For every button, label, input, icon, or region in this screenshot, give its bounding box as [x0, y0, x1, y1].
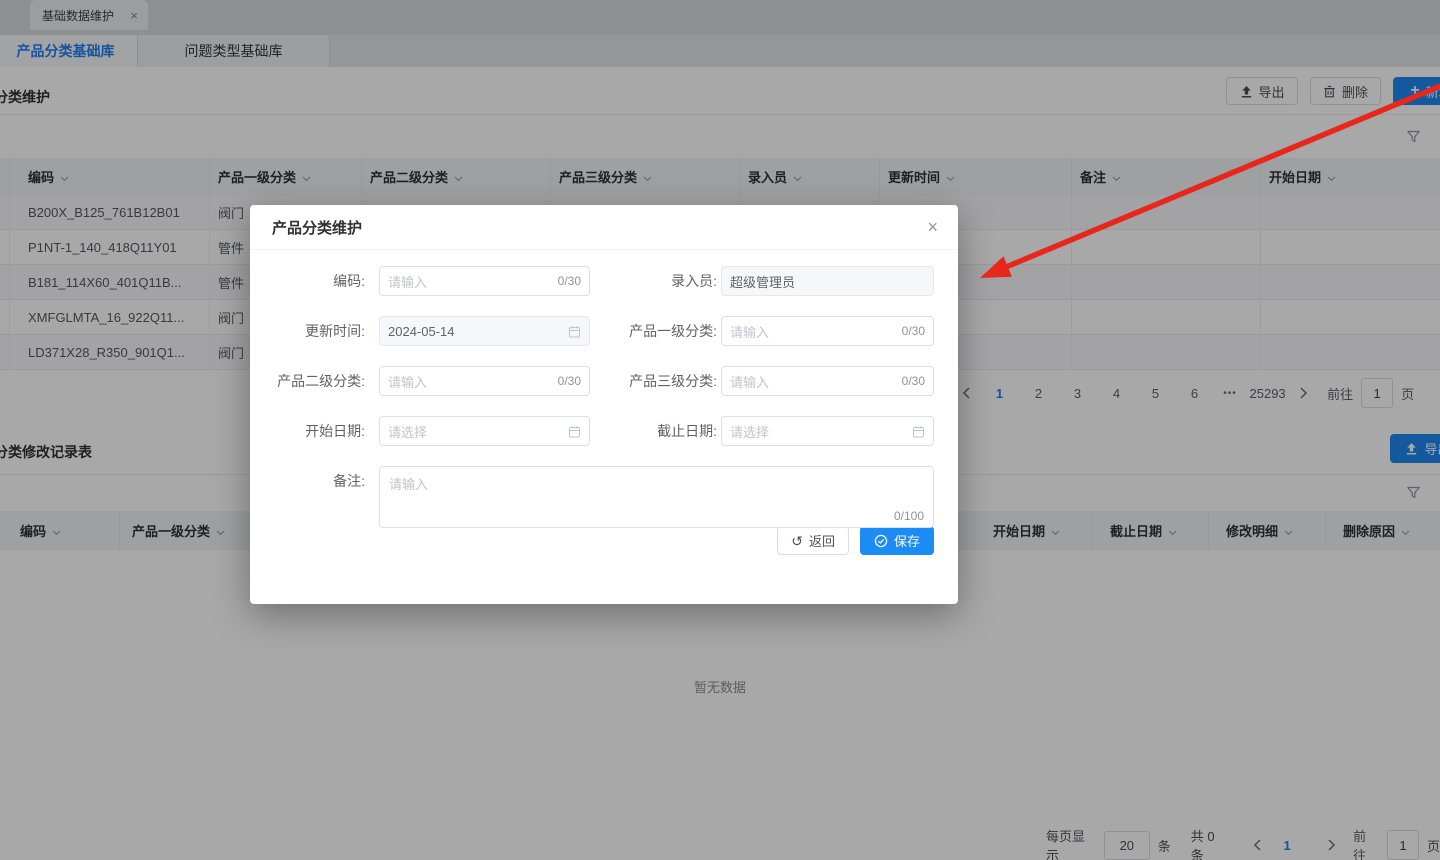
- calendar-icon: [568, 325, 581, 338]
- close-icon[interactable]: ×: [927, 218, 938, 236]
- form-row: 开始日期: 请选择 截止日期: 请选择: [250, 416, 958, 446]
- operator-label: 录入员:: [671, 273, 717, 289]
- cat1-input[interactable]: 请输入 0/30: [721, 316, 934, 346]
- code-label: 编码:: [333, 273, 365, 289]
- cat1-label: 产品一级分类:: [629, 323, 717, 339]
- dialog-body: 编码: 请输入 0/30 录入员: 超级管理员 更新时间: 2024-05-14…: [250, 250, 958, 555]
- cat3-input[interactable]: 请输入 0/30: [721, 366, 934, 396]
- char-counter: 0/30: [901, 324, 925, 338]
- remark-label: 备注:: [333, 473, 365, 489]
- save-button[interactable]: 保存: [859, 526, 934, 555]
- form-row: 备注: 请输入 0/100: [250, 466, 958, 528]
- calendar-icon: [912, 425, 925, 438]
- char-counter: 0/100: [893, 509, 924, 523]
- back-button-label: 返回: [808, 534, 835, 549]
- start-date-label: 开始日期:: [305, 423, 365, 439]
- form-row: 编码: 请输入 0/30 录入员: 超级管理员: [250, 266, 958, 296]
- end-date-picker[interactable]: 请选择: [721, 416, 934, 446]
- update-time-input: 2024-05-14: [379, 316, 590, 346]
- operator-input: 超级管理员: [721, 266, 934, 296]
- dialog-footer: ↺ 返回 保存: [250, 526, 934, 555]
- char-counter: 0/30: [901, 374, 925, 388]
- app-screen: 基础数据维护 × 产品分类基础库 问题类型基础库 分类维护 导出 删除 + 新 …: [0, 0, 1440, 860]
- cat2-label: 产品二级分类:: [277, 373, 365, 389]
- char-counter: 0/30: [557, 374, 581, 388]
- start-date-picker[interactable]: 请选择: [379, 416, 590, 446]
- update-time-label: 更新时间:: [305, 323, 365, 339]
- save-button-label: 保存: [893, 534, 920, 549]
- cat3-label: 产品三级分类:: [629, 373, 717, 389]
- check-circle-icon: [874, 534, 888, 548]
- calendar-icon: [568, 425, 581, 438]
- form-row: 更新时间: 2024-05-14 产品一级分类: 请输入 0/30: [250, 316, 958, 346]
- product-category-dialog: 产品分类维护 × 编码: 请输入 0/30 录入员: 超级管理员 更新时间: 2…: [250, 205, 958, 604]
- undo-icon: ↺: [791, 532, 803, 549]
- remark-textarea[interactable]: 请输入 0/100: [379, 466, 934, 528]
- cat2-input[interactable]: 请输入 0/30: [379, 366, 590, 396]
- dialog-header: 产品分类维护 ×: [250, 205, 958, 250]
- form-row: 产品二级分类: 请输入 0/30 产品三级分类: 请输入 0/30: [250, 366, 958, 396]
- end-date-label: 截止日期:: [657, 423, 717, 439]
- dialog-title: 产品分类维护: [272, 219, 363, 237]
- back-button[interactable]: ↺ 返回: [777, 526, 849, 555]
- code-input[interactable]: 请输入 0/30: [379, 266, 590, 296]
- char-counter: 0/30: [557, 274, 581, 288]
